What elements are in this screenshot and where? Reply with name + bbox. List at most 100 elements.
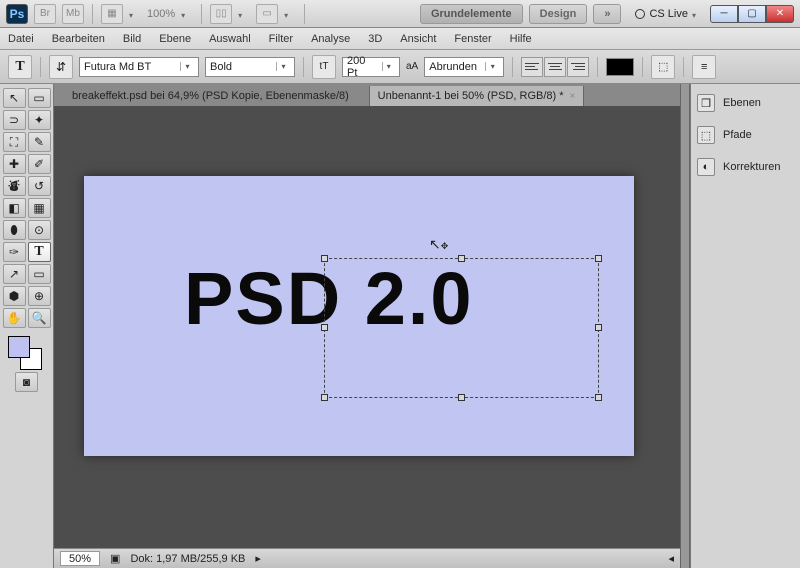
blur-tool[interactable]: ⬮ xyxy=(3,220,26,240)
cslive-icon xyxy=(635,9,645,19)
stamp-tool[interactable]: ⛇ xyxy=(3,176,26,196)
menu-ebene[interactable]: Ebene xyxy=(159,33,191,45)
transform-box[interactable] xyxy=(324,258,599,398)
menu-ansicht[interactable]: Ansicht xyxy=(400,33,436,45)
menu-fenster[interactable]: Fenster xyxy=(454,33,491,45)
transform-handle[interactable] xyxy=(595,324,602,331)
dropdown-icon[interactable] xyxy=(181,9,193,19)
hand-tool[interactable]: ✋ xyxy=(3,308,26,328)
font-size-icon: tT xyxy=(312,55,336,79)
path-select-tool[interactable]: ↗ xyxy=(3,264,26,284)
gradient-tool[interactable]: ▦ xyxy=(28,198,51,218)
brush-tool[interactable]: ✐ xyxy=(28,154,51,174)
paths-icon: ⬚ xyxy=(697,126,715,144)
zoom-tool[interactable]: 🔍 xyxy=(28,308,51,328)
panel-pfade[interactable]: ⬚Pfade xyxy=(697,126,794,144)
close-icon[interactable]: × xyxy=(570,91,576,102)
transform-handle[interactable] xyxy=(321,324,328,331)
mini-bridge-icon[interactable]: Mb xyxy=(62,4,84,24)
layers-icon: ❒ xyxy=(697,94,715,112)
font-weight-input[interactable]: Bold▾ xyxy=(205,57,295,77)
font-size-input[interactable]: 200 Pt▾ xyxy=(342,57,400,77)
workspace-more[interactable]: » xyxy=(593,4,621,24)
lasso-tool[interactable]: ⊃ xyxy=(3,110,26,130)
text-color-swatch[interactable] xyxy=(606,58,634,76)
text-orientation-icon[interactable]: ⇵ xyxy=(49,55,73,79)
transform-handle[interactable] xyxy=(321,255,328,262)
close-icon[interactable]: × xyxy=(355,91,361,102)
document-info: Dok: 1,97 MB/255,9 KB xyxy=(130,553,245,565)
window-minimize-button[interactable]: ─ xyxy=(710,5,738,23)
warp-text-icon[interactable]: ⬚ xyxy=(651,55,675,79)
screen-mode-icon[interactable]: ▭ xyxy=(256,4,278,24)
bridge-icon[interactable]: Br xyxy=(34,4,56,24)
menu-bild[interactable]: Bild xyxy=(123,33,141,45)
app-logo: Ps xyxy=(6,4,28,24)
menu-bar: Datei Bearbeiten Bild Ebene Auswahl Filt… xyxy=(0,28,800,50)
arrange-icon[interactable]: ▯▯ xyxy=(210,4,232,24)
character-panel-icon[interactable]: ≡ xyxy=(692,55,716,79)
zoom-field[interactable]: 50% xyxy=(60,551,100,566)
transform-handle[interactable] xyxy=(595,255,602,262)
quick-mask-toggle[interactable]: ◙ xyxy=(15,372,38,392)
workspace-grundelemente[interactable]: Grundelemente xyxy=(420,4,523,24)
magic-wand-tool[interactable]: ✦ xyxy=(28,110,51,130)
window-close-button[interactable]: ✕ xyxy=(766,5,794,23)
document-tab[interactable]: breakeffekt.psd bei 64,9% (PSD Kopie, Eb… xyxy=(64,86,370,106)
document-tabstrip: breakeffekt.psd bei 64,9% (PSD Kopie, Eb… xyxy=(54,84,680,106)
shape-tool[interactable]: ▭ xyxy=(28,264,51,284)
cs-live-button[interactable]: CS Live xyxy=(635,8,704,20)
menu-analyse[interactable]: Analyse xyxy=(311,33,350,45)
menu-auswahl[interactable]: Auswahl xyxy=(209,33,251,45)
work-area: ↖▭ ⊃✦ ⛶✎ ✚✐ ⛇↺ ◧▦ ⬮⊙ ✑T ↗▭ ⬢⊕ ✋🔍 ◙ break… xyxy=(0,84,800,568)
zoom-level[interactable]: 100% xyxy=(147,8,175,20)
marquee-tool[interactable]: ▭ xyxy=(28,88,51,108)
panel-korrekturen[interactable]: ◐Korrekturen xyxy=(697,158,794,176)
menu-3d[interactable]: 3D xyxy=(368,33,382,45)
antialias-input[interactable]: Abrunden▾ xyxy=(424,57,504,77)
options-bar: T ⇵ Futura Md BT▾ Bold▾ tT 200 Pt▾ aA Ab… xyxy=(0,50,800,84)
menu-filter[interactable]: Filter xyxy=(269,33,293,45)
view-extras-icon[interactable]: ▦ xyxy=(101,4,123,24)
align-center-button[interactable] xyxy=(544,57,566,77)
dodge-tool[interactable]: ⊙ xyxy=(28,220,51,240)
history-brush-tool[interactable]: ↺ xyxy=(28,176,51,196)
menu-hilfe[interactable]: Hilfe xyxy=(510,33,532,45)
move-tool[interactable]: ↖ xyxy=(3,88,26,108)
panel-collapse-bar[interactable] xyxy=(680,84,690,568)
pen-tool[interactable]: ✑ xyxy=(3,242,26,262)
toolbox: ↖▭ ⊃✦ ⛶✎ ✚✐ ⛇↺ ◧▦ ⬮⊙ ✑T ↗▭ ⬢⊕ ✋🔍 ◙ xyxy=(0,84,54,568)
dropdown-icon[interactable] xyxy=(129,9,141,19)
font-family-input[interactable]: Futura Md BT▾ xyxy=(79,57,199,77)
scroll-left-icon[interactable]: ◂ xyxy=(668,552,674,565)
info-dropdown-icon[interactable]: ▸ xyxy=(255,552,261,565)
menu-bearbeiten[interactable]: Bearbeiten xyxy=(52,33,105,45)
window-maximize-button[interactable]: ▢ xyxy=(738,5,766,23)
foreground-color[interactable] xyxy=(8,336,30,358)
transform-handle[interactable] xyxy=(321,394,328,401)
transform-handle[interactable] xyxy=(458,255,465,262)
doc-info-icon[interactable]: ▣ xyxy=(110,552,120,565)
align-right-button[interactable] xyxy=(567,57,589,77)
eyedropper-tool[interactable]: ✎ xyxy=(28,132,51,152)
dropdown-icon[interactable] xyxy=(284,9,296,19)
align-left-button[interactable] xyxy=(521,57,543,77)
tool-preset-icon[interactable]: T xyxy=(8,55,32,79)
transform-handle[interactable] xyxy=(595,394,602,401)
type-tool[interactable]: T xyxy=(28,242,51,262)
panel-dock: ❒Ebenen ⬚Pfade ◐Korrekturen xyxy=(690,84,800,568)
menu-datei[interactable]: Datei xyxy=(8,33,34,45)
canvas[interactable]: PSD 2.0 xyxy=(84,176,634,456)
dropdown-icon[interactable] xyxy=(238,9,250,19)
transform-handle[interactable] xyxy=(458,394,465,401)
document-tab[interactable]: Unbenannt-1 bei 50% (PSD, RGB/8) *× xyxy=(370,86,585,106)
canvas-viewport[interactable]: PSD 2.0 ↖✥ xyxy=(54,106,680,548)
crop-tool[interactable]: ⛶ xyxy=(3,132,26,152)
3d-tool[interactable]: ⬢ xyxy=(3,286,26,306)
panel-ebenen[interactable]: ❒Ebenen xyxy=(697,94,794,112)
healing-tool[interactable]: ✚ xyxy=(3,154,26,174)
color-swatches[interactable] xyxy=(2,334,51,370)
3d-camera-tool[interactable]: ⊕ xyxy=(28,286,51,306)
workspace-design[interactable]: Design xyxy=(529,4,588,24)
eraser-tool[interactable]: ◧ xyxy=(3,198,26,218)
